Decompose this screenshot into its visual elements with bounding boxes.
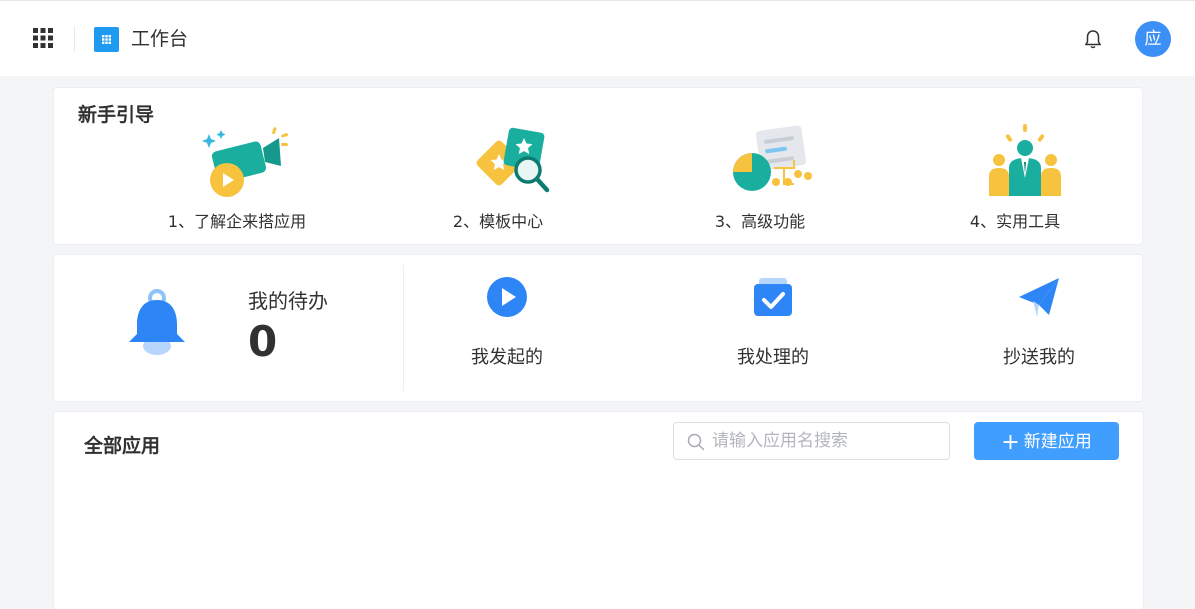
guide-item-label: 4、实用工具 (969, 212, 1061, 231)
page-title: 工作台 (131, 28, 189, 50)
my-todo-card: 我的待办 0 我发起的 我处理的 抄送我的 (53, 254, 1143, 402)
guide-item-tools[interactable]: 4、实用工具 (905, 124, 1125, 236)
header-divider (74, 26, 75, 52)
guide-item-learn[interactable]: 1、了解企来搭应用 (127, 124, 347, 236)
template-cards-icon (476, 127, 550, 193)
quick-link-label: 我处理的 (737, 347, 809, 368)
quick-link-cc[interactable]: 抄送我的 (969, 275, 1109, 375)
new-app-label: 新建应用 (1023, 432, 1092, 452)
guide-title: 新手引导 (78, 104, 155, 126)
checked-box-icon (754, 278, 792, 316)
guide-item-label: 3、高级功能 (714, 212, 806, 231)
todo-label: 我的待办 (248, 289, 328, 313)
app-search-box[interactable] (673, 422, 950, 460)
guide-item-templates[interactable]: 2、模板中心 (388, 124, 608, 236)
all-apps-card: 全部应用 +新建应用 (53, 411, 1144, 609)
todo-divider (403, 265, 404, 391)
quick-link-initiated[interactable]: 我发起的 (437, 275, 577, 375)
plus-icon: + (1001, 430, 1020, 455)
paper-plane-icon (1019, 278, 1059, 317)
top-bar: 工作台 应 (0, 0, 1195, 76)
app-search-input[interactable] (712, 429, 942, 453)
app-logo-icon (94, 27, 119, 52)
new-app-button[interactable]: + 新建应用 (974, 422, 1119, 460)
quick-link-label: 抄送我的 (1003, 347, 1075, 368)
quick-link-label: 我发起的 (471, 347, 543, 368)
video-camera-icon (202, 127, 289, 197)
team-people-icon (989, 124, 1061, 196)
guide-item-advanced[interactable]: 3、高级功能 (650, 124, 870, 236)
all-apps-title: 全部应用 (84, 435, 161, 457)
play-circle-icon (487, 277, 527, 317)
search-icon (687, 433, 705, 451)
app-grid-icon[interactable] (33, 28, 53, 48)
user-avatar[interactable]: 应 (1135, 21, 1171, 57)
quick-link-processed[interactable]: 我处理的 (703, 275, 843, 375)
beginner-guide-card: 新手引导 1、了解企来搭应用 2、模板中心 3、高级功能 4、实用工具 (53, 87, 1143, 245)
todo-bell-icon (129, 289, 185, 355)
todo-count[interactable]: 0 (248, 317, 277, 367)
notification-bell-icon[interactable] (1082, 28, 1104, 50)
advanced-chart-icon (733, 125, 812, 191)
guide-item-label: 1、了解企来搭应用 (167, 212, 307, 231)
guide-item-label: 2、模板中心 (452, 212, 544, 231)
